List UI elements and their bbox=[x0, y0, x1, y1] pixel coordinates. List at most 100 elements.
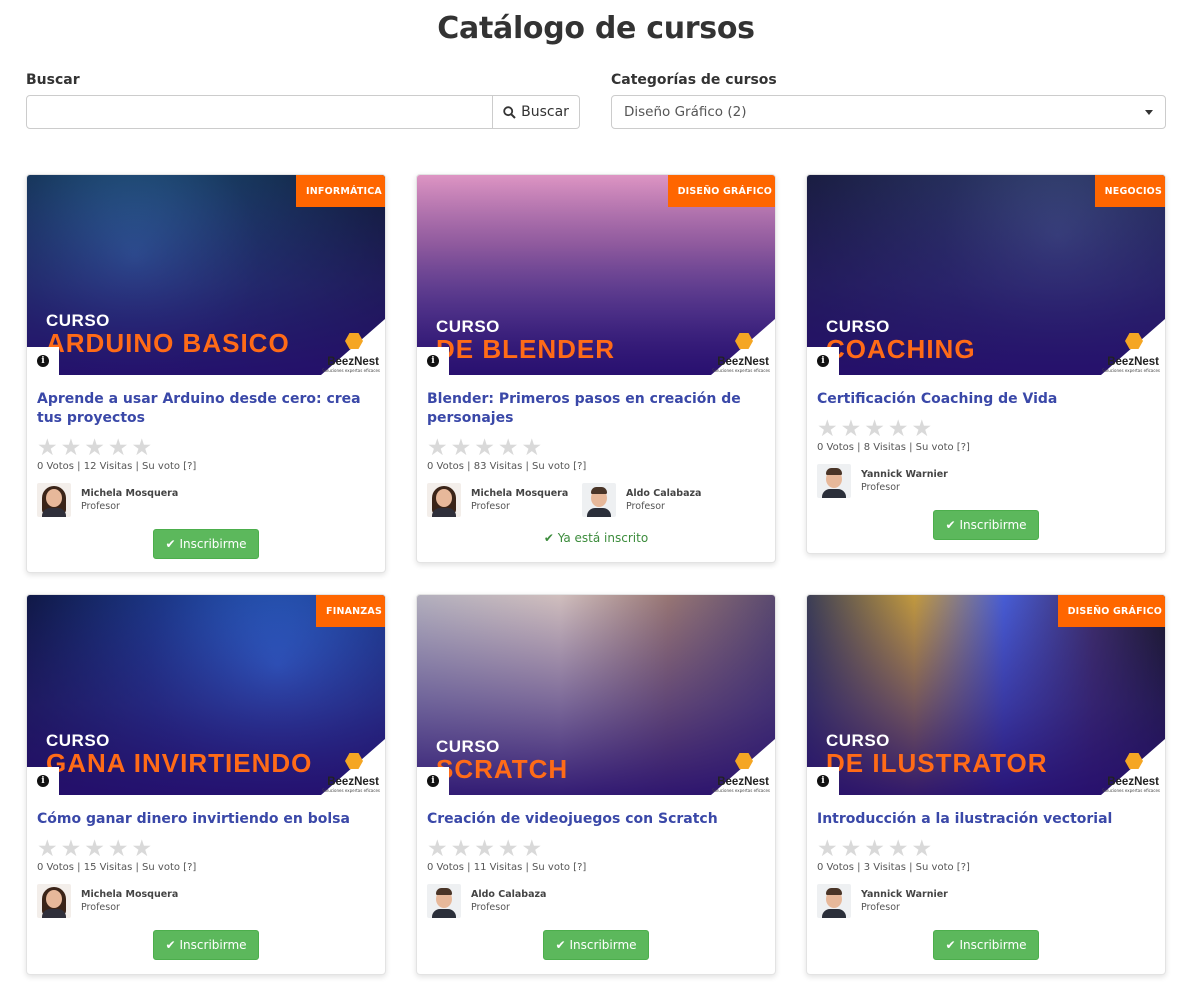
rating-stars: ★ ★ ★ ★ ★ bbox=[817, 838, 1155, 861]
teacher[interactable]: Michela Mosquera Profesor bbox=[37, 483, 182, 517]
course-title[interactable]: Blender: Primeros pasos en creación de p… bbox=[427, 390, 765, 428]
teachers: Michela Mosquera Profesor bbox=[37, 884, 375, 918]
banner-course-name: DE BLENDER bbox=[436, 334, 616, 364]
star-icon[interactable]: ★ bbox=[498, 437, 519, 460]
star-icon[interactable]: ★ bbox=[912, 418, 933, 441]
votes-count: 0 Votos bbox=[37, 862, 74, 873]
avatar bbox=[427, 483, 461, 517]
star-icon[interactable]: ★ bbox=[132, 838, 153, 861]
info-button[interactable]: i bbox=[807, 347, 839, 375]
enroll-button[interactable]: ✔ Inscribirme bbox=[933, 510, 1039, 540]
course-title[interactable]: Aprende a usar Arduino desde cero: crea … bbox=[37, 390, 375, 428]
teacher[interactable]: Yannick Warnier Profesor bbox=[817, 884, 962, 918]
star-icon[interactable]: ★ bbox=[817, 418, 838, 441]
course-title[interactable]: Introducción a la ilustración vectorial bbox=[817, 810, 1155, 829]
star-icon[interactable]: ★ bbox=[912, 838, 933, 861]
star-icon[interactable]: ★ bbox=[61, 437, 82, 460]
star-icon[interactable]: ★ bbox=[61, 838, 82, 861]
teacher-name: Michela Mosquera bbox=[81, 488, 179, 499]
avatar bbox=[37, 884, 71, 918]
star-icon[interactable]: ★ bbox=[427, 838, 448, 861]
star-icon[interactable]: ★ bbox=[888, 838, 909, 861]
star-icon[interactable]: ★ bbox=[817, 838, 838, 861]
course-thumbnail[interactable]: CURSO GANA INVIRTIENDO BeezNest Soluciones … bbox=[27, 595, 385, 795]
banner-course-name: COACHING bbox=[826, 334, 976, 364]
your-vote-link[interactable]: Su voto [?] bbox=[916, 442, 970, 453]
star-icon[interactable]: ★ bbox=[522, 437, 543, 460]
star-icon[interactable]: ★ bbox=[108, 838, 129, 861]
teacher[interactable]: Michela Mosquera Profesor bbox=[427, 483, 572, 517]
enroll-button[interactable]: ✔ Inscribirme bbox=[153, 930, 259, 960]
info-button[interactable]: i bbox=[417, 767, 449, 795]
course-thumbnail[interactable]: CURSO DE ILUSTRATOR BeezNest Soluciones exp… bbox=[807, 595, 1165, 795]
teachers: Yannick Warnier Profesor bbox=[817, 884, 1155, 918]
rating-stars: ★ ★ ★ ★ ★ bbox=[427, 437, 765, 460]
star-icon[interactable]: ★ bbox=[451, 838, 472, 861]
separator: | bbox=[857, 442, 861, 453]
star-icon[interactable]: ★ bbox=[451, 437, 472, 460]
star-icon[interactable]: ★ bbox=[841, 838, 862, 861]
star-icon[interactable]: ★ bbox=[108, 437, 129, 460]
star-icon[interactable]: ★ bbox=[132, 437, 153, 460]
course-thumbnail[interactable]: CURSO DE BLENDER BeezNest Soluciones expert… bbox=[417, 175, 775, 375]
star-icon[interactable]: ★ bbox=[498, 838, 519, 861]
teacher[interactable]: Aldo Calabaza Profesor bbox=[582, 483, 727, 517]
star-icon[interactable]: ★ bbox=[864, 418, 885, 441]
enroll-label: Inscribirme bbox=[179, 938, 247, 952]
course-thumbnail[interactable]: CURSO COACHING BeezNest Soluciones expertas… bbox=[807, 175, 1165, 375]
your-vote-link[interactable]: Su voto [?] bbox=[142, 461, 196, 472]
info-button[interactable]: i bbox=[27, 347, 59, 375]
your-vote-link[interactable]: Su voto [?] bbox=[142, 862, 196, 873]
teacher[interactable]: Yannick Warnier Profesor bbox=[817, 464, 962, 498]
card-body: Certificación Coaching de Vida ★ ★ ★ ★ ★ 0 Vot… bbox=[807, 375, 1165, 552]
teacher[interactable]: Michela Mosquera Profesor bbox=[37, 884, 182, 918]
star-icon[interactable]: ★ bbox=[864, 838, 885, 861]
category-badge: FINANZAS bbox=[316, 595, 385, 627]
your-vote-link[interactable]: Su voto [?] bbox=[916, 862, 970, 873]
course-thumbnail[interactable]: CURSO ARDUINO BASICO BeezNest Soluciones ex… bbox=[27, 175, 385, 375]
enroll-button[interactable]: ✔ Inscribirme bbox=[153, 529, 259, 559]
star-icon[interactable]: ★ bbox=[427, 437, 448, 460]
category-select[interactable]: Diseño Gráfico (2) bbox=[611, 95, 1166, 129]
star-icon[interactable]: ★ bbox=[37, 838, 58, 861]
votes-line: 0 Votos | 3 Visitas | Su voto [?] bbox=[817, 862, 1155, 873]
rating-stars: ★ ★ ★ ★ ★ bbox=[37, 437, 375, 460]
teacher-role: Profesor bbox=[861, 902, 900, 913]
search-input[interactable] bbox=[26, 95, 493, 129]
teacher-role: Profesor bbox=[861, 482, 900, 493]
card-body: Aprende a usar Arduino desde cero: crea … bbox=[27, 375, 385, 571]
course-title[interactable]: Cómo ganar dinero invirtiendo en bolsa bbox=[37, 810, 375, 829]
your-vote-link[interactable]: Su voto [?] bbox=[532, 862, 586, 873]
your-vote-link[interactable]: Su voto [?] bbox=[532, 461, 586, 472]
search-button[interactable]: Buscar bbox=[493, 95, 580, 129]
enroll-button[interactable]: ✔ Inscribirme bbox=[933, 930, 1039, 960]
course-title[interactable]: Creación de videojuegos con Scratch bbox=[427, 810, 765, 829]
info-button[interactable]: i bbox=[417, 347, 449, 375]
logo-subtext: Soluciones expertas eficaces bbox=[712, 368, 770, 373]
teachers: Michela Mosquera Profesor bbox=[37, 483, 375, 517]
star-icon[interactable]: ★ bbox=[474, 838, 495, 861]
star-icon[interactable]: ★ bbox=[474, 437, 495, 460]
info-icon: i bbox=[37, 775, 49, 787]
star-icon[interactable]: ★ bbox=[522, 838, 543, 861]
star-icon[interactable]: ★ bbox=[84, 838, 105, 861]
enroll-button[interactable]: ✔ Inscribirme bbox=[543, 930, 649, 960]
star-icon[interactable]: ★ bbox=[84, 437, 105, 460]
star-icon[interactable]: ★ bbox=[37, 437, 58, 460]
separator: | bbox=[525, 862, 529, 873]
teacher-name: Michela Mosquera bbox=[81, 889, 179, 900]
logo-subtext: Soluciones expertas eficaces bbox=[322, 788, 380, 793]
star-icon[interactable]: ★ bbox=[888, 418, 909, 441]
teacher[interactable]: Aldo Calabaza Profesor bbox=[427, 884, 572, 918]
star-icon[interactable]: ★ bbox=[841, 418, 862, 441]
course-title[interactable]: Certificación Coaching de Vida bbox=[817, 390, 1155, 409]
card-body: Blender: Primeros pasos en creación de p… bbox=[417, 375, 775, 557]
logo-subtext: Soluciones expertas eficaces bbox=[1102, 368, 1160, 373]
category-select-value: Diseño Gráfico (2) bbox=[624, 104, 747, 120]
info-icon: i bbox=[37, 355, 49, 367]
votes-line: 0 Votos | 83 Visitas | Su voto [?] bbox=[427, 461, 765, 472]
category-badge: DISEÑO GRÁFICO bbox=[667, 175, 775, 207]
course-thumbnail[interactable]: CURSO SCRATCH BeezNest Soluciones expertas … bbox=[417, 595, 775, 795]
info-button[interactable]: i bbox=[807, 767, 839, 795]
info-button[interactable]: i bbox=[27, 767, 59, 795]
